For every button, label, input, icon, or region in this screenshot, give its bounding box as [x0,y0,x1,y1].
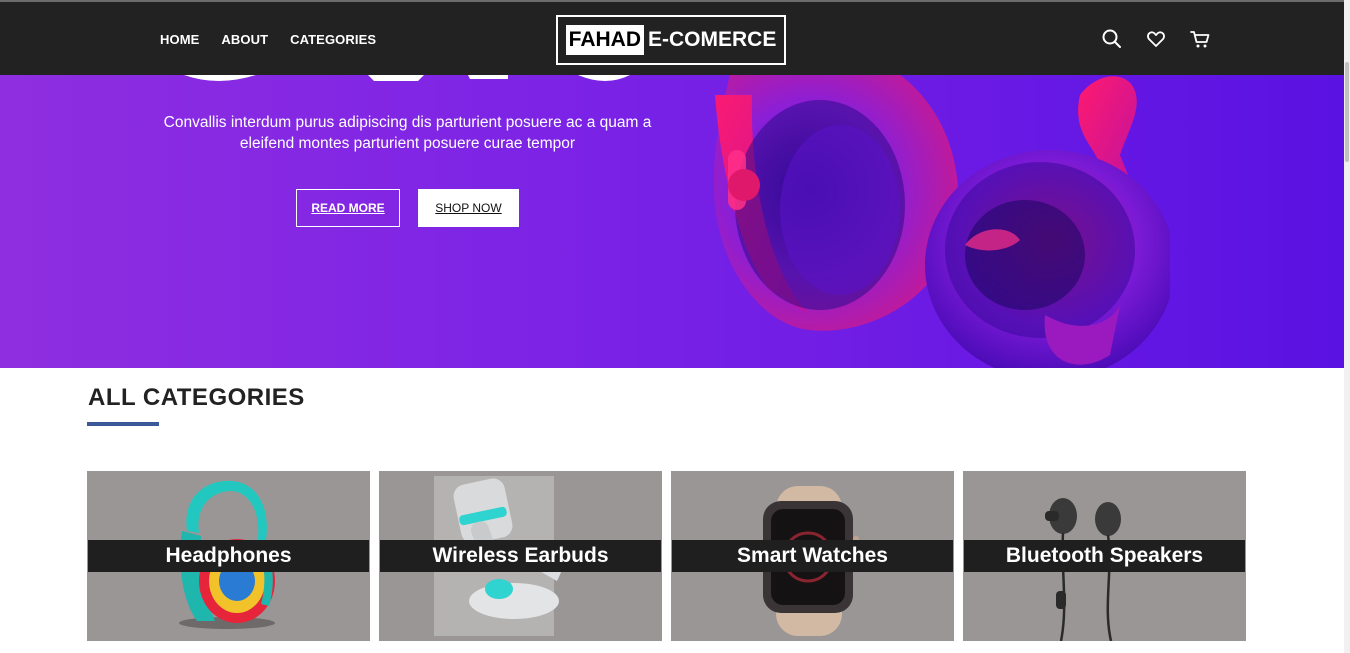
hero-description: Convallis interdum purus adipiscing dis … [163,114,652,152]
category-card-smart-watches[interactable]: Smart Watches [671,471,954,641]
category-card-bluetooth-speakers[interactable]: Bluetooth Speakers [963,471,1246,641]
category-cards: Headphones Wireless Earbuds Smart Watche… [87,471,1246,641]
category-label: Headphones [165,544,292,567]
page: HOME ABOUT CATEGORIES FAHAD E-COMERCE Co… [0,0,1350,653]
section-title-underline [87,422,159,426]
read-more-button[interactable]: READ MORE [296,189,400,227]
category-label-band: Smart Watches [672,540,953,572]
hero-banner: Convallis interdum purus adipiscing dis … [0,75,1344,368]
heart-icon[interactable] [1145,28,1167,50]
nav-link-about[interactable]: ABOUT [221,32,268,47]
category-label-band: Wireless Earbuds [380,540,661,572]
nav-links: HOME ABOUT CATEGORIES [160,32,376,47]
category-label: Bluetooth Speakers [1005,544,1204,567]
hero-heading-cutoff [184,75,630,81]
logo-rest-text: E-COMERCE [648,28,777,51]
shop-now-button[interactable]: SHOP NOW [418,189,519,227]
navbar: HOME ABOUT CATEGORIES FAHAD E-COMERCE [0,0,1344,75]
category-label-band: Headphones [88,540,369,572]
category-card-wireless-earbuds[interactable]: Wireless Earbuds [379,471,662,641]
scrollbar-thumb[interactable] [1345,62,1349,162]
nav-link-home[interactable]: HOME [160,32,199,47]
logo-box-text: FAHAD [565,25,644,55]
cart-icon[interactable] [1189,28,1211,50]
headphones-hero-image [710,75,1170,368]
section-title: ALL CATEGORIES [88,384,305,411]
category-label-band: Bluetooth Speakers [964,540,1245,572]
nav-link-categories[interactable]: CATEGORIES [290,32,376,47]
category-card-headphones[interactable]: Headphones [87,471,370,641]
category-label: Wireless Earbuds [432,544,609,567]
category-label: Smart Watches [737,544,888,567]
site-logo[interactable]: FAHAD E-COMERCE [556,15,786,65]
search-icon[interactable] [1101,28,1123,50]
page-scrollbar[interactable] [1344,0,1350,653]
nav-icons [1101,28,1211,50]
